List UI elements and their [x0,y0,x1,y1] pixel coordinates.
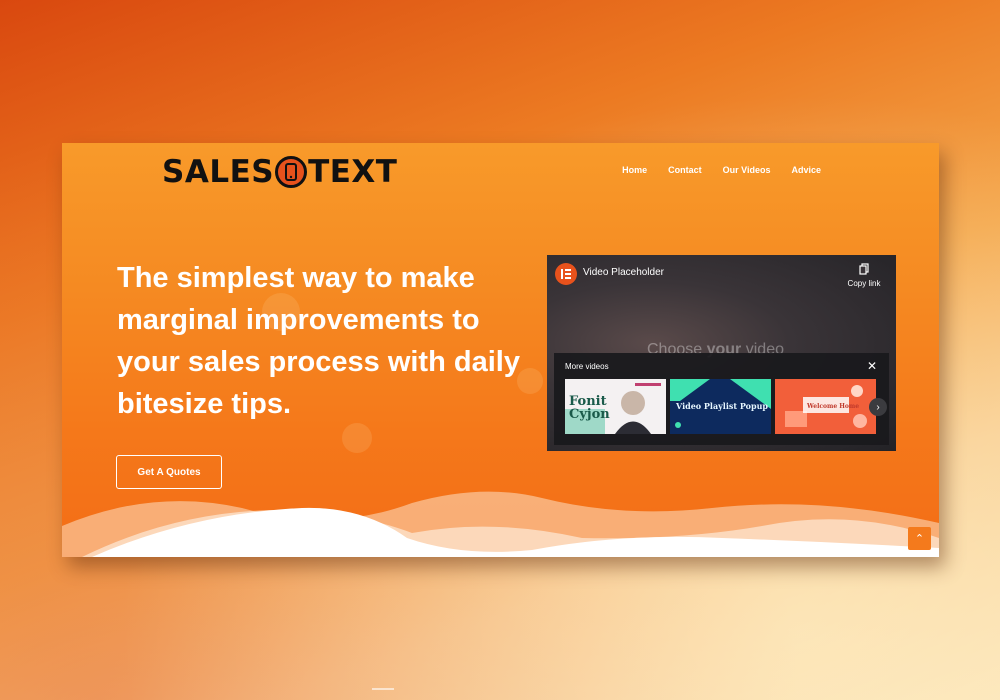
main-navigation: Home Contact Our Videos Advice [622,165,821,175]
chevron-right-icon[interactable]: › [869,398,887,416]
copy-icon [859,263,869,275]
logo-text-right: TEXT [308,154,398,190]
more-videos-label: More videos [565,362,609,371]
nav-item-advice[interactable]: Advice [791,165,821,175]
website-screenshot-frame: SALES TEXT Home Contact Our Videos Advic… [62,143,939,557]
video-thumbnail[interactable]: Welcome Home [775,379,876,434]
copy-link-label: Copy link [847,279,881,288]
video-title: Video Placeholder [583,267,664,278]
decorative-dash [372,688,394,690]
close-icon[interactable]: ✕ [867,359,877,373]
brand-logo[interactable]: SALES TEXT [162,154,398,190]
scroll-to-top-button[interactable]: ⌃ [908,527,931,550]
more-videos-panel: More videos ✕ Fonit Cyjon Video Playlist… [554,353,889,445]
logo-text-left: SALES [162,154,275,190]
copy-link-button[interactable]: Copy link [844,263,884,288]
nav-item-contact[interactable]: Contact [668,165,702,175]
thumbnail-title: Fonit Cyjon [569,394,610,422]
hero-headline: The simplest way to make marginal improv… [117,262,520,420]
video-thumbnail[interactable]: Video Playlist Popup [670,379,771,434]
bokeh-circle [342,423,372,453]
thumbnail-title: Welcome Home [807,403,860,410]
wave-divider [62,491,939,557]
elementor-icon [555,263,577,285]
thumbnail-title: Video Playlist Popup [676,401,768,411]
video-player[interactable]: Video Placeholder Copy link Choose your … [547,255,896,451]
video-thumbnail[interactable]: Fonit Cyjon [565,379,666,434]
nav-item-our-videos[interactable]: Our Videos [723,165,771,175]
phone-icon [275,156,308,188]
nav-item-home[interactable]: Home [622,165,647,175]
double-chevron-up-icon: ⌃ [914,533,925,545]
